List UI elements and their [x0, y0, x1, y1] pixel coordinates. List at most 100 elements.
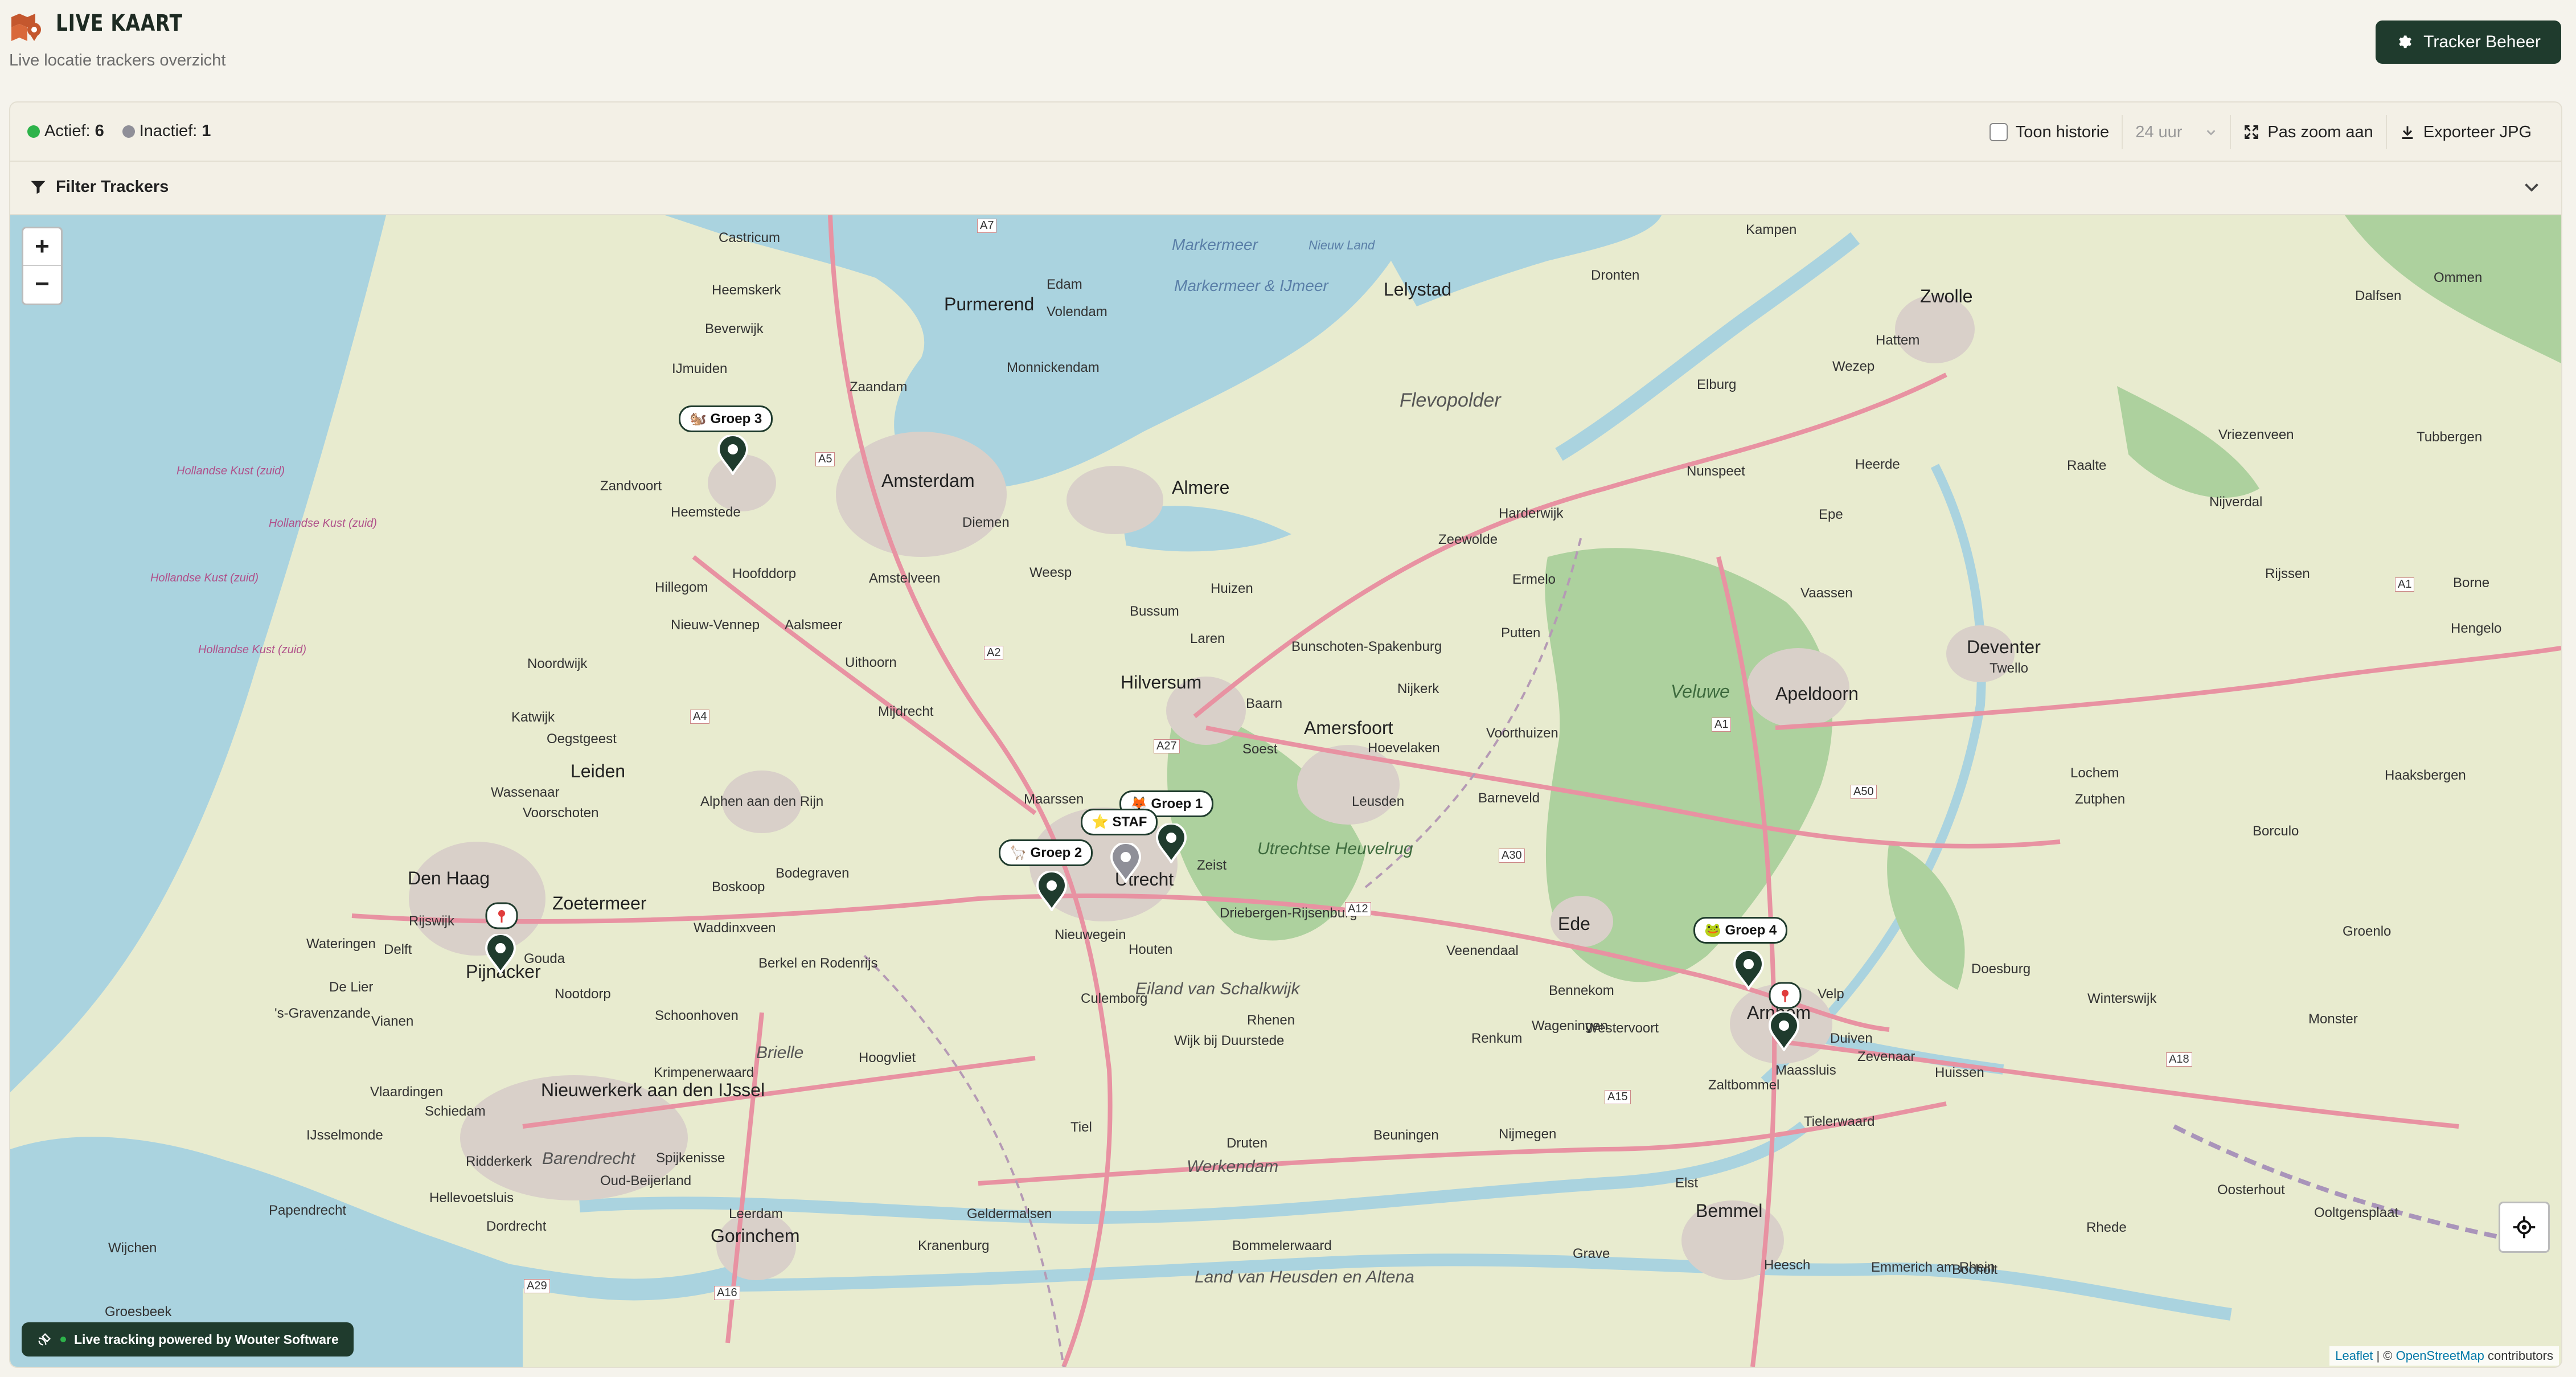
place-label: Vriezenveen — [2218, 427, 2294, 442]
water-label: Hollandse Kust (zuid) — [177, 465, 285, 477]
tracker-marker-icon[interactable] — [1155, 823, 1188, 863]
chevron-down-icon — [2525, 183, 2538, 192]
place-label: Hoofddorp — [732, 566, 797, 581]
place-label: Nieuwegein — [1055, 927, 1126, 942]
tracker-status: Actief: 6 Inactief: 1 — [27, 122, 211, 141]
place-label: Winterswijk — [2087, 991, 2157, 1006]
place-label: Dronten — [1591, 268, 1640, 283]
tracker-marker-icon[interactable] — [484, 934, 517, 974]
place-label: Rhenen — [1247, 1013, 1295, 1028]
place-label: Purmerend — [944, 294, 1035, 314]
place-label: Rijswijk — [409, 913, 454, 929]
filter-trackers-label: Filter Trackers — [56, 178, 169, 196]
tracker-marker-icon[interactable] — [1732, 950, 1765, 990]
place-label: Deventer — [1967, 637, 2041, 657]
tracker-marker-icon[interactable] — [716, 435, 749, 475]
tracker-label-groep-2[interactable]: 🦙 Groep 2 — [999, 839, 1093, 866]
red-pin-badge-icon[interactable] — [485, 902, 518, 932]
region-label: Eiland van Schalkwijk — [1135, 980, 1300, 998]
region-label: Flevopolder — [1400, 390, 1501, 411]
place-label: Wateringen — [306, 936, 376, 952]
place-label: Leerdam — [729, 1206, 783, 1222]
place-label: Maassluis — [1775, 1063, 1836, 1078]
road-shield: A50 — [1851, 785, 1877, 799]
tracker-beheer-button[interactable]: Tracker Beheer — [2376, 21, 2561, 64]
tracker-label-staf[interactable]: ⭐ STAF — [1081, 809, 1158, 835]
inactive-tracker-marker-icon[interactable] — [1109, 843, 1142, 883]
road-shield: A12 — [1345, 902, 1371, 916]
tracker-label-groep-3[interactable]: 🐿️ Groep 3 — [679, 405, 773, 432]
place-label: Boskoop — [712, 879, 765, 895]
place-label: Elst — [1675, 1175, 1699, 1191]
place-label: Duiven — [1830, 1031, 1873, 1046]
place-label: Nunspeet — [1687, 464, 1745, 479]
history-range-value: 24 uur — [2135, 122, 2183, 141]
fit-zoom-button[interactable]: Pas zoom aan — [2230, 115, 2385, 149]
powered-by-text: Live tracking powered by Wouter Software — [74, 1331, 339, 1347]
leaflet-link[interactable]: Leaflet — [2335, 1349, 2373, 1363]
place-label: Bunschoten-Spakenburg — [1291, 639, 1442, 654]
place-label: Noordwijk — [527, 656, 588, 671]
place-label: Tiel — [1070, 1120, 1092, 1135]
map-tiles[interactable] — [10, 215, 2561, 1367]
place-label: Doesburg — [1971, 961, 2031, 977]
filter-trackers-toggle[interactable]: Filter Trackers — [10, 162, 2561, 215]
place-label: Raalte — [2067, 458, 2107, 473]
tracker-marker-icon[interactable] — [1035, 871, 1068, 911]
place-label: Delft — [384, 942, 412, 957]
place-label: Oegstgeest — [547, 731, 617, 747]
place-label: Apeldoorn — [1775, 683, 1859, 704]
tracker-label-groep-4[interactable]: 🐸 Groep 4 — [1693, 917, 1788, 944]
show-history-checkbox[interactable] — [1989, 123, 2008, 141]
place-label: Den Haag — [408, 868, 490, 888]
inactive-status: Inactief: 1 — [122, 122, 211, 141]
inactive-label: Inactief: — [139, 122, 198, 140]
place-label: Heemstede — [671, 505, 741, 520]
place-label: Papendrecht — [269, 1203, 347, 1218]
map-toolbar: Actief: 6 Inactief: 1 Toon historie 24 u… — [10, 103, 2561, 162]
map-tools: Toon historie 24 uur Pas zoom aan Export… — [1977, 115, 2544, 149]
tracker-marker-icon[interactable] — [1767, 1011, 1800, 1051]
map-card: Actief: 6 Inactief: 1 Toon historie 24 u… — [9, 101, 2562, 1368]
place-label: Gorinchem — [711, 1226, 800, 1246]
show-history-toggle[interactable]: Toon historie — [1977, 115, 2122, 149]
region-label: Veluwe — [1671, 681, 1730, 702]
history-range-select[interactable]: 24 uur — [2122, 115, 2230, 149]
place-label: Heerde — [1855, 457, 1900, 472]
place-label: Heemskerk — [712, 282, 781, 298]
powered-by-badge: Live tracking powered by Wouter Software — [22, 1322, 354, 1356]
red-pin-badge-icon[interactable] — [1769, 982, 1802, 1011]
inactive-dot-icon — [122, 125, 135, 138]
locate-button[interactable] — [2499, 1202, 2550, 1253]
place-label: Driebergen-Rijsenburg — [1220, 905, 1357, 921]
place-label: Dordrecht — [486, 1219, 547, 1234]
osm-link[interactable]: OpenStreetMap — [2396, 1349, 2484, 1363]
place-label: Tubbergen — [2417, 429, 2483, 445]
place-label: Nootdorp — [555, 986, 611, 1002]
place-label: Vaassen — [1800, 585, 1853, 601]
expand-icon — [2245, 125, 2259, 139]
road-shield: A1 — [2395, 577, 2415, 592]
place-label: Zeist — [1197, 858, 1227, 873]
road-shield: A16 — [714, 1286, 740, 1300]
zoom-in-button[interactable]: + — [23, 228, 61, 266]
place-label: Hilversum — [1121, 672, 1202, 692]
place-label: Diemen — [962, 515, 1010, 530]
crosshair-icon — [2513, 1216, 2536, 1239]
fit-zoom-label: Pas zoom aan — [2267, 122, 2373, 141]
road-shield: A30 — [1499, 849, 1525, 863]
export-jpg-button[interactable]: Exporteer JPG — [2385, 115, 2544, 149]
zoom-out-button[interactable]: − — [23, 266, 61, 302]
live-map[interactable]: Castricum Heemskerk Beverwijk Purmerend … — [10, 215, 2561, 1367]
place-label: Harderwijk — [1499, 506, 1564, 521]
inactive-count: 1 — [202, 122, 211, 140]
place-label: Edam — [1047, 277, 1082, 292]
region-label: Werkendam — [1187, 1157, 1279, 1176]
filter-icon — [31, 181, 46, 194]
attribution-separator: | © — [2376, 1349, 2393, 1363]
place-label: Ridderkerk — [466, 1154, 532, 1169]
place-label: Rhede — [2086, 1220, 2127, 1235]
place-label: Leusden — [1352, 794, 1405, 809]
place-label: Zeewolde — [1438, 532, 1498, 547]
water-label: Hollandse Kust (zuid) — [269, 517, 378, 530]
